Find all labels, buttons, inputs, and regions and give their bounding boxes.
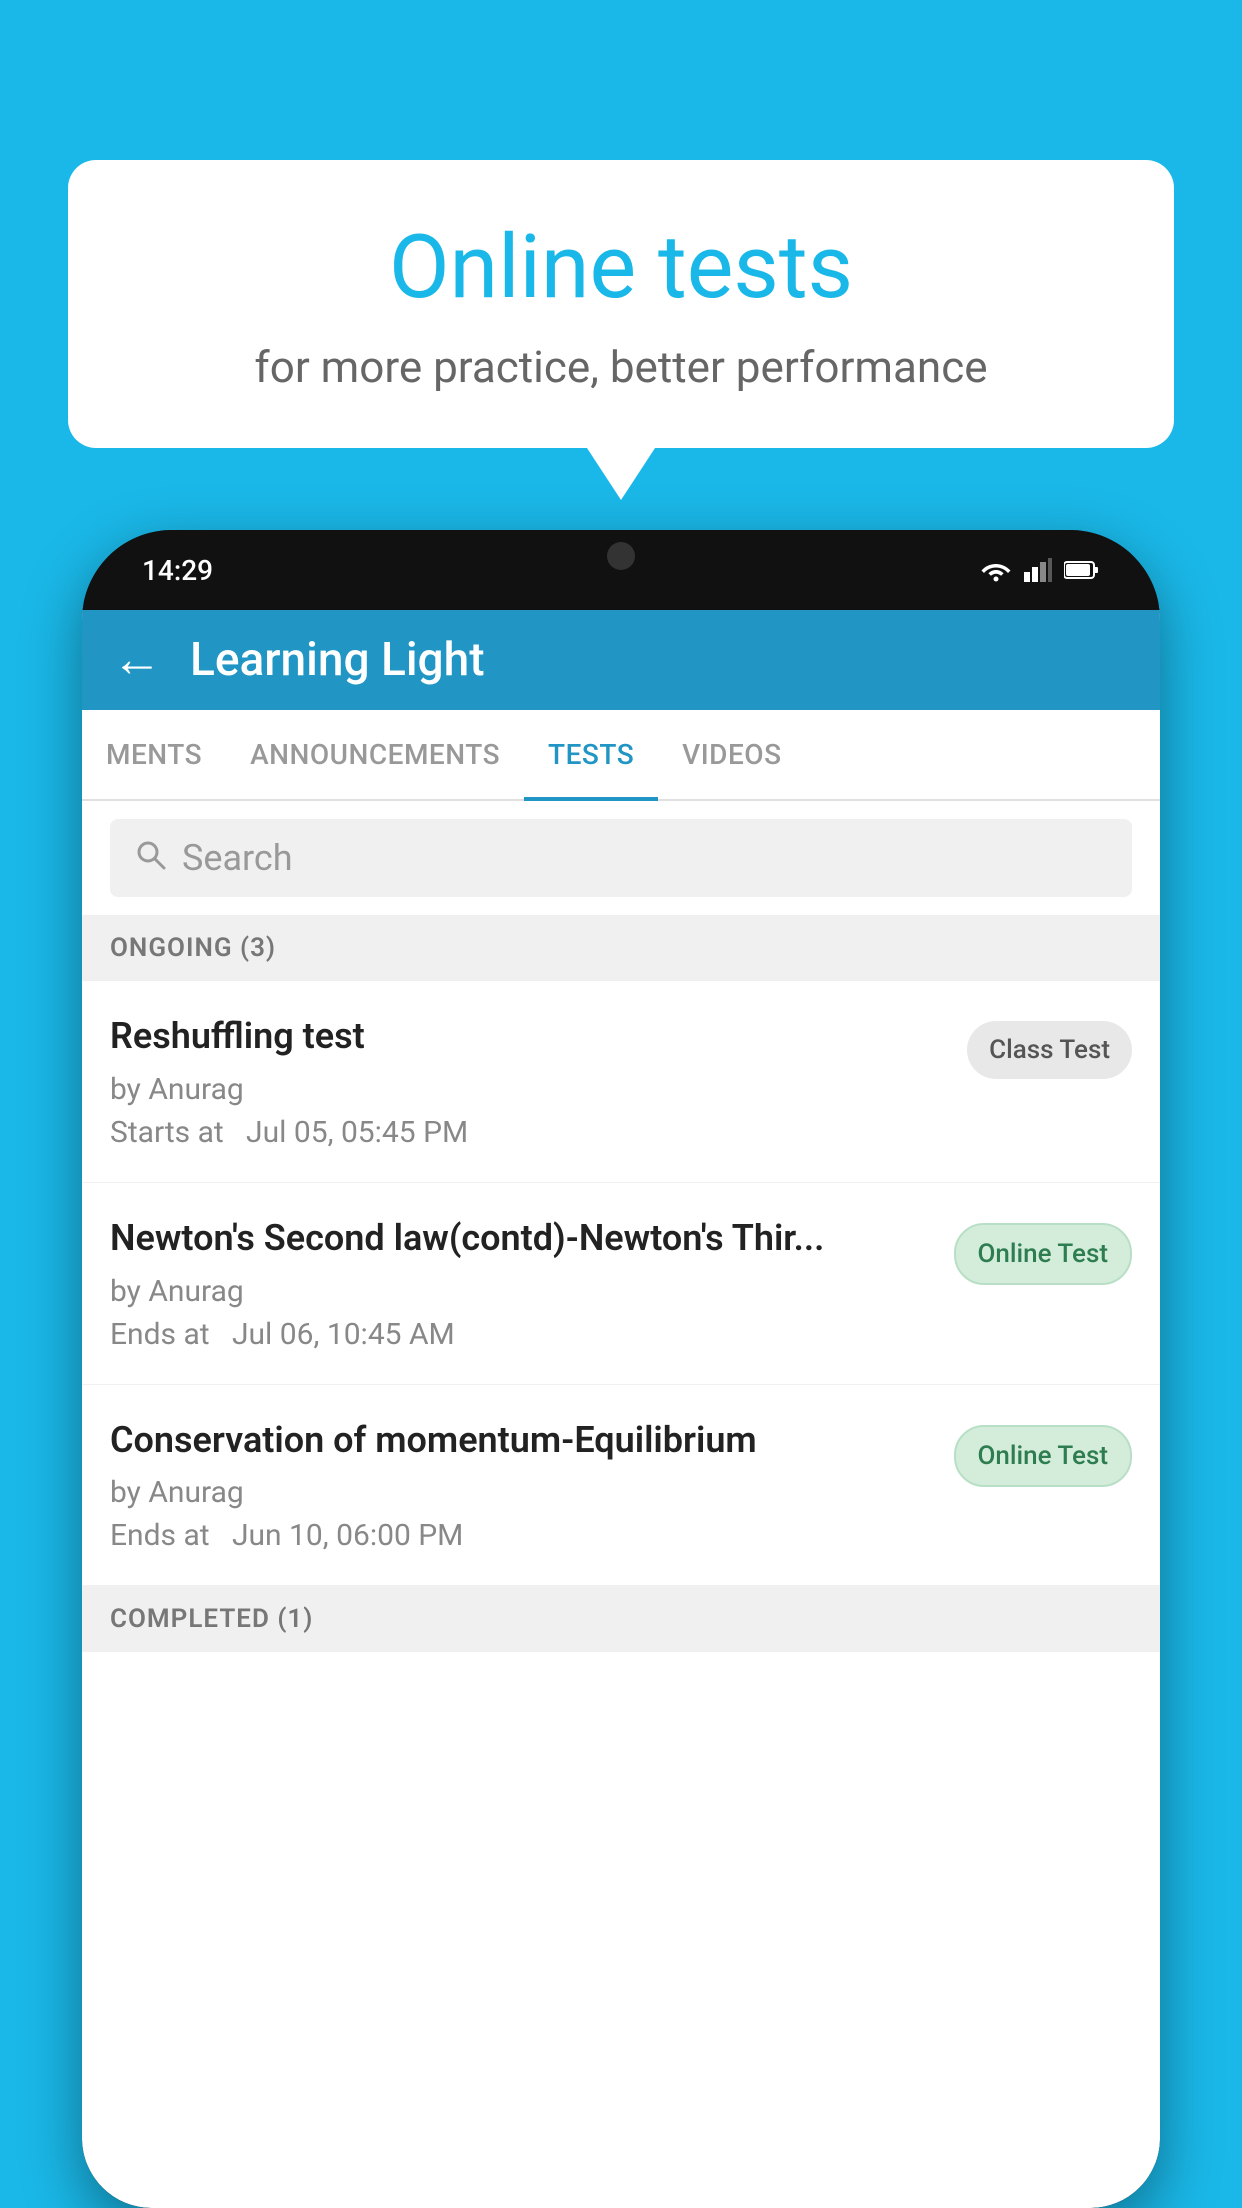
test-name-2: Newton's Second law(contd)-Newton's Thir… [110, 1215, 934, 1262]
app-title: Learning Light [190, 633, 485, 687]
bubble-subtitle: for more practice, better performance [118, 341, 1124, 393]
bubble-title: Online tests [118, 220, 1124, 317]
test-info-1: Reshuffling test by Anurag Starts at Jul… [110, 1013, 947, 1150]
battery-icon [1064, 560, 1100, 580]
search-container: Search [82, 801, 1160, 915]
search-placeholder: Search [182, 837, 293, 879]
test-info-2: Newton's Second law(contd)-Newton's Thir… [110, 1215, 934, 1352]
test-author-1: by Anurag [110, 1072, 947, 1107]
ongoing-section-label: ONGOING (3) [82, 915, 1160, 981]
test-time-2: Ends at Jul 06, 10:45 AM [110, 1317, 934, 1352]
test-time-3: Ends at Jun 10, 06:00 PM [110, 1518, 934, 1553]
back-button[interactable]: ← [112, 635, 162, 685]
phone-screen: ← Learning Light MENTS ANNOUNCEMENTS TES… [82, 610, 1160, 2208]
test-badge-2: Online Test [954, 1223, 1133, 1285]
test-badge-3: Online Test [954, 1425, 1133, 1487]
test-item-3[interactable]: Conservation of momentum-Equilibrium by … [82, 1385, 1160, 1587]
status-time: 14:29 [142, 554, 213, 587]
search-icon [134, 837, 166, 879]
test-author-3: by Anurag [110, 1475, 934, 1510]
phone-notch [561, 530, 681, 585]
app-header: ← Learning Light [82, 610, 1160, 710]
phone-camera [607, 542, 635, 570]
completed-section-label: COMPLETED (1) [82, 1586, 1160, 1652]
test-author-2: by Anurag [110, 1274, 934, 1309]
status-bar: 14:29 [82, 530, 1160, 610]
phone-frame: 14:29 ← [82, 530, 1160, 2208]
test-info-3: Conservation of momentum-Equilibrium by … [110, 1417, 934, 1554]
speech-bubble: Online tests for more practice, better p… [68, 160, 1174, 448]
status-icons [980, 558, 1100, 582]
tests-list: Reshuffling test by Anurag Starts at Jul… [82, 981, 1160, 2208]
tab-tests[interactable]: TESTS [524, 710, 658, 799]
test-time-1: Starts at Jul 05, 05:45 PM [110, 1115, 947, 1150]
test-item-1[interactable]: Reshuffling test by Anurag Starts at Jul… [82, 981, 1160, 1183]
signal-icon [1024, 558, 1052, 582]
tab-videos[interactable]: VIDEOS [658, 710, 805, 799]
test-name-3: Conservation of momentum-Equilibrium [110, 1417, 934, 1464]
test-badge-1: Class Test [967, 1021, 1132, 1079]
tabs-bar: MENTS ANNOUNCEMENTS TESTS VIDEOS [82, 710, 1160, 801]
search-bar[interactable]: Search [110, 819, 1132, 897]
tab-ments[interactable]: MENTS [82, 710, 226, 799]
test-name-1: Reshuffling test [110, 1013, 947, 1060]
test-item-2[interactable]: Newton's Second law(contd)-Newton's Thir… [82, 1183, 1160, 1385]
tab-announcements[interactable]: ANNOUNCEMENTS [226, 710, 524, 799]
wifi-icon [980, 558, 1012, 582]
